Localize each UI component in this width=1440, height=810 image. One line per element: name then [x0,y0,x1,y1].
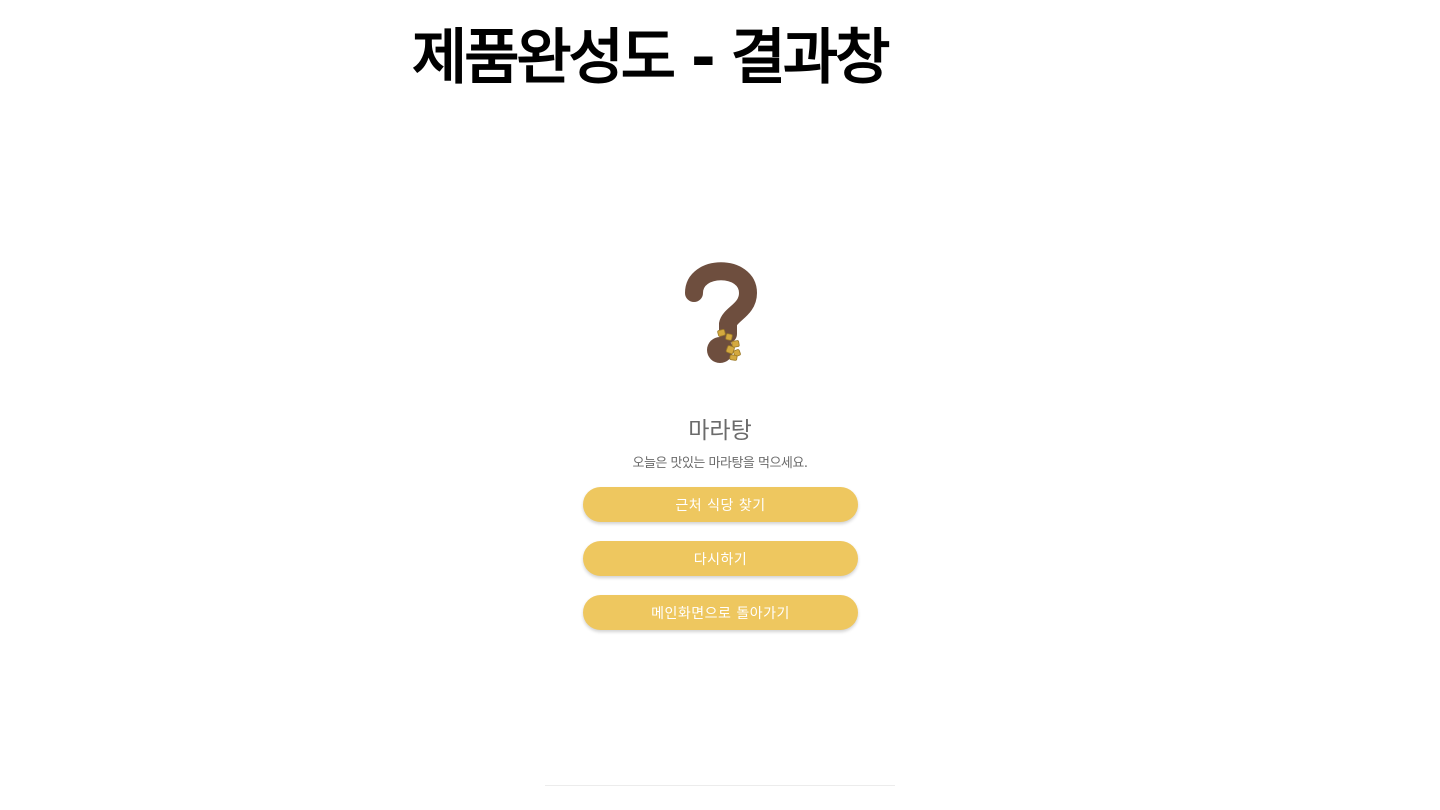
result-name: 마라탕 [688,418,752,444]
divider [545,785,895,786]
retry-button[interactable]: 다시하기 [583,541,858,576]
result-description: 오늘은 맛있는 마라탕을 먹으세요. [632,456,808,471]
find-nearby-restaurant-button[interactable]: 근처 식당 찾기 [583,487,858,522]
back-to-main-button[interactable]: 메인화면으로 돌아가기 [583,595,858,630]
page-title: 제품완성도 - 결과창 [412,23,890,93]
question-mark-icon [680,262,760,366]
result-screen: 제품완성도 - 결과창 마라탕 오늘은 맛있는 마라탕을 먹으세요. 근처 식당… [0,0,1440,810]
